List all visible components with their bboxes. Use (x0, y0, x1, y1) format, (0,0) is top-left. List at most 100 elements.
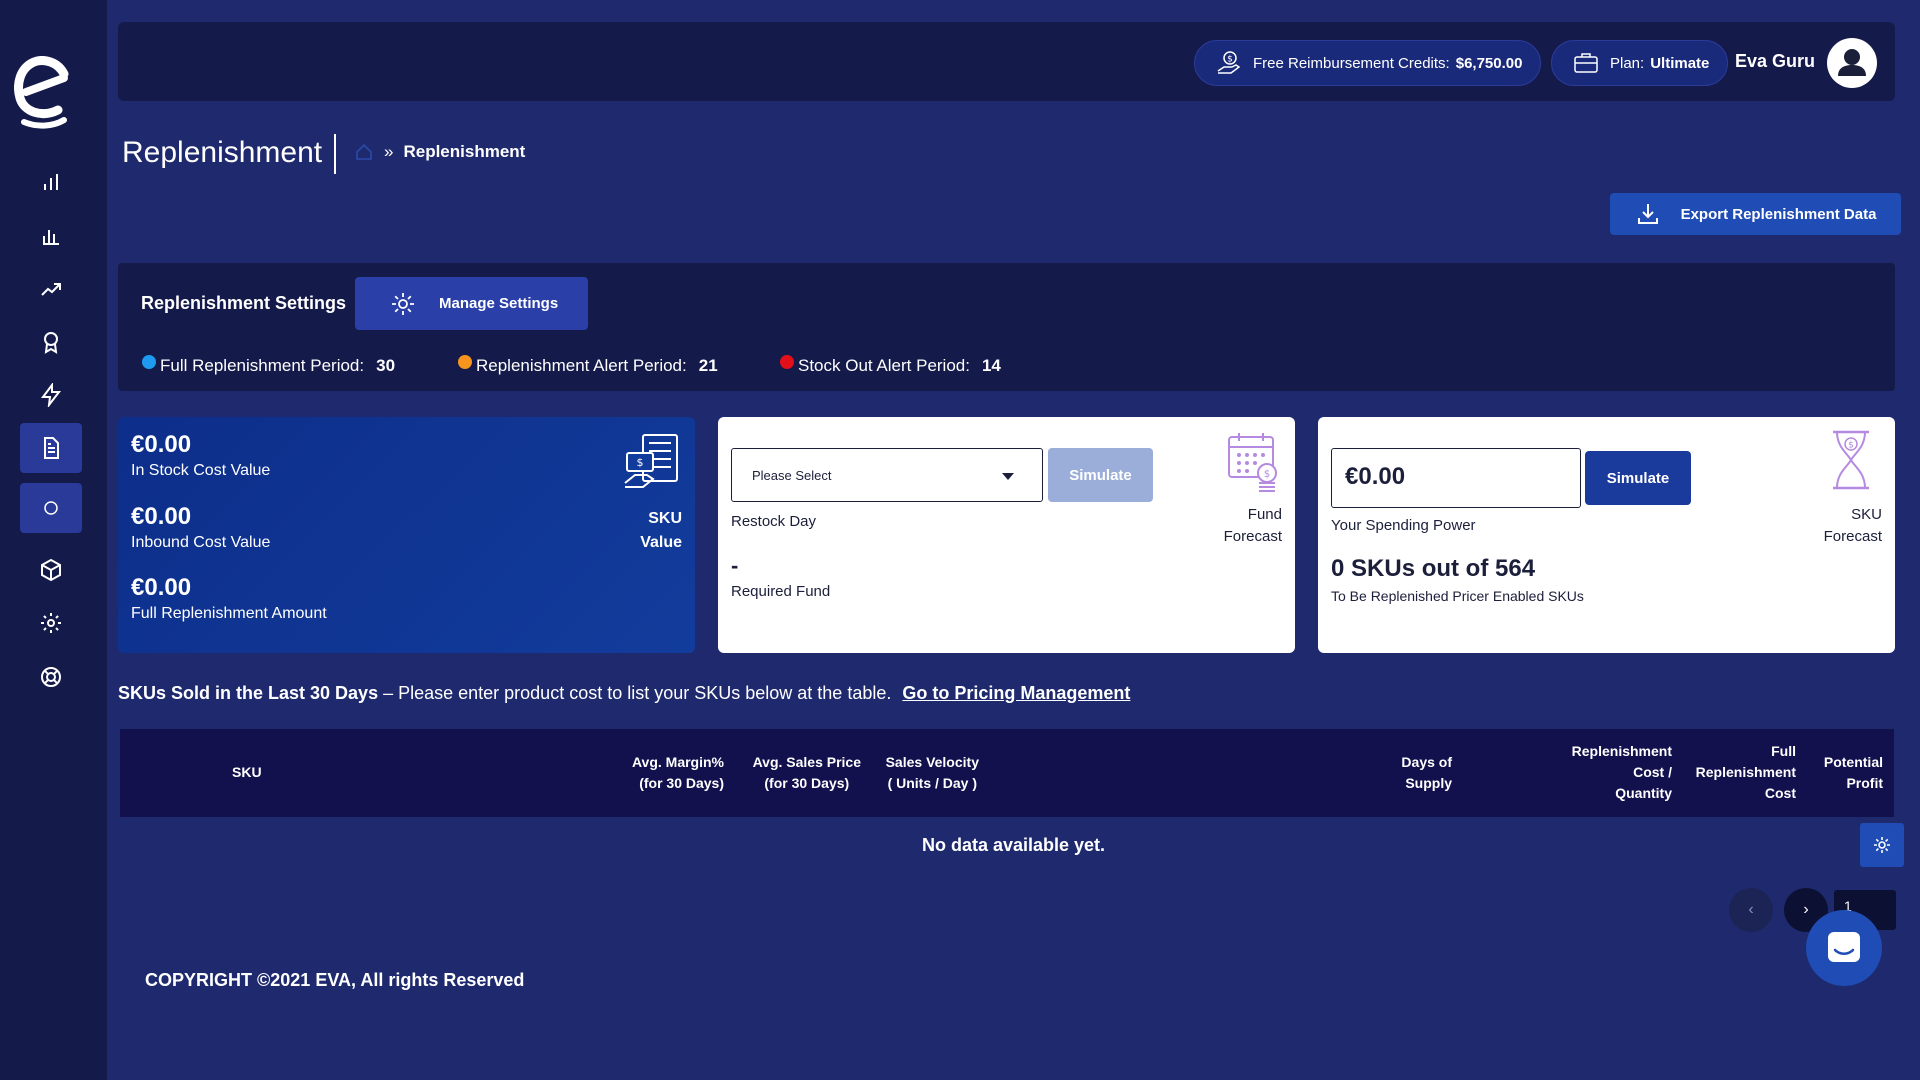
copyright: COPYRIGHT ©2021 EVA, All rights Reserved (145, 970, 525, 990)
plan-label: Plan: (1610, 54, 1645, 72)
restock-day-select-value: Please Select (752, 467, 832, 483)
sku-value-corner-label: SKU Value (640, 507, 682, 555)
col-avg-margin-line1: Avg. Margin% (631, 754, 724, 770)
col-potential-profit-line2: Profit (1846, 775, 1883, 791)
full-period-dot (142, 355, 156, 369)
nav-trend-icon[interactable] (20, 264, 82, 314)
sku-value-card: €0.00 In Stock Cost Value €0.00 Inbound … (118, 417, 695, 653)
svg-text:$: $ (1227, 55, 1233, 65)
export-button[interactable]: Export Replenishment Data (1610, 193, 1901, 235)
stockout-period: Stock Out Alert Period: 14 (780, 355, 1001, 376)
sku-simulate-button[interactable]: Simulate (1585, 451, 1691, 505)
stockout-period-label: Stock Out Alert Period: (798, 356, 970, 375)
col-full-replenishment-cost-line2: Replenishment (1695, 764, 1796, 780)
nav-settings-icon[interactable] (20, 598, 82, 648)
alert-period-value: 21 (698, 356, 718, 375)
download-icon (1637, 204, 1658, 224)
spending-power-label: Your Spending Power (1331, 517, 1476, 534)
breadcrumb: » Replenishment (354, 142, 525, 162)
col-replenishment-cost[interactable]: Replenishment Cost / Quantity (1572, 741, 1672, 804)
in-stock-label: In Stock Cost Value (131, 462, 271, 479)
chevron-right-icon: › (1803, 901, 1809, 918)
col-days-supply-line2: Supply (1405, 775, 1452, 791)
nav-support-icon[interactable] (20, 652, 82, 702)
pricing-management-link[interactable]: Go to Pricing Management (902, 683, 1130, 703)
col-sales-velocity-line2: ( Units / Day ) (887, 775, 978, 791)
nav-lightning-icon[interactable] (20, 370, 82, 420)
col-sales-velocity[interactable]: Sales Velocity ( Units / Day ) (886, 752, 979, 794)
briefcase-icon (1574, 53, 1598, 73)
chat-icon (1828, 932, 1860, 962)
col-days-supply-line1: Days of (1401, 754, 1452, 770)
skus-result: 0 SKUs out of 564 (1331, 555, 1536, 582)
credits-label: Free Reimbursement Credits: (1253, 54, 1450, 72)
col-replenishment-cost-line2: Cost / (1633, 764, 1672, 780)
breadcrumb-separator: » (384, 142, 394, 161)
pagination-prev-button[interactable]: ‹ (1729, 888, 1773, 932)
nav-replenishment-icon[interactable] (20, 483, 82, 533)
table-header: SKU Avg. Margin% (for 30 Days) Avg. Sale… (120, 729, 1894, 817)
home-icon[interactable] (354, 142, 374, 162)
col-sku[interactable]: SKU (232, 762, 262, 783)
manage-settings-button[interactable]: Manage Settings (355, 277, 588, 330)
settings-title: Replenishment Settings (141, 293, 347, 313)
gear-icon (392, 292, 414, 315)
alert-period: Replenishment Alert Period: 21 (458, 355, 718, 376)
user-icon (1838, 49, 1866, 76)
svg-text:$: $ (1264, 469, 1270, 480)
col-avg-price[interactable]: Avg. Sales Price (for 30 Days) (753, 752, 861, 794)
required-fund-label: Required Fund (731, 583, 831, 600)
col-avg-margin[interactable]: Avg. Margin% (for 30 Days) (632, 752, 724, 794)
nav-box-icon[interactable] (20, 545, 82, 595)
alert-period-label: Replenishment Alert Period: (476, 356, 687, 375)
manage-settings-label: Manage Settings (439, 295, 559, 312)
calendar-coin-icon: $ (1228, 433, 1277, 492)
sku-forecast-corner-label: SKU Forecast (1824, 504, 1882, 548)
nav-document-icon[interactable] (20, 423, 82, 473)
stockout-period-dot (780, 355, 794, 369)
page-title: Replenishment (122, 136, 323, 169)
col-replenishment-cost-line3: Quantity (1615, 785, 1672, 801)
full-period: Full Replenishment Period: 30 (142, 355, 396, 376)
nav-analytics-icon[interactable] (20, 211, 82, 261)
credits-badge[interactable]: $ Free Reimbursement Credits: $6,750.00 (1194, 40, 1542, 86)
plan-badge[interactable]: Plan: Ultimate (1551, 40, 1729, 86)
nav-award-icon[interactable] (20, 317, 82, 367)
chat-widget-button[interactable] (1806, 910, 1882, 986)
money-document-icon: $ (624, 434, 678, 488)
sidebar (0, 0, 107, 1080)
full-amount-label: Full Replenishment Amount (131, 605, 327, 622)
col-days-supply[interactable]: Days of Supply (1401, 752, 1452, 794)
fund-forecast-corner-label: Fund Forecast (1224, 504, 1282, 548)
gear-icon (1874, 837, 1890, 853)
full-period-value: 30 (376, 356, 396, 375)
sku-forecast-corner-line2: Forecast (1823, 528, 1882, 545)
col-full-replenishment-cost[interactable]: Full Replenishment Cost (1696, 741, 1796, 804)
col-potential-profit[interactable]: Potential Profit (1824, 752, 1883, 794)
spending-power-input[interactable]: €0.00 (1331, 448, 1581, 508)
chevron-down-icon (1002, 473, 1014, 480)
fund-forecast-card: Please Select Simulate Restock Day - Req… (718, 417, 1295, 653)
table-empty-message: No data available yet. (921, 835, 1106, 855)
full-period-label: Full Replenishment Period: (160, 356, 365, 375)
nav-dashboard-icon[interactable] (20, 157, 82, 207)
skus-section-heading: SKUs Sold in the Last 30 Days – Please e… (118, 683, 1130, 704)
restock-day-select[interactable]: Please Select (731, 448, 1043, 502)
avatar[interactable] (1827, 38, 1877, 88)
skus-heading-bold: SKUs Sold in the Last 30 Days (118, 683, 379, 703)
chevron-left-icon: ‹ (1748, 901, 1754, 918)
full-amount-value: €0.00 (131, 574, 192, 601)
top-bar: $ Free Reimbursement Credits: $6,750.00 … (118, 22, 1895, 101)
table-settings-button[interactable] (1860, 823, 1904, 867)
credits-value: $6,750.00 (1455, 54, 1523, 72)
skus-heading-text: – Please enter product cost to list your… (378, 683, 892, 703)
col-avg-price-line1: Avg. Sales Price (752, 754, 861, 770)
col-full-replenishment-cost-line1: Full (1771, 743, 1796, 759)
user-name[interactable]: Eva Guru (1735, 51, 1815, 72)
in-stock-value: €0.00 (131, 431, 192, 458)
fund-simulate-button[interactable]: Simulate (1048, 448, 1153, 502)
sku-value-corner-line2: Value (640, 534, 682, 551)
svg-text:$: $ (1848, 441, 1854, 451)
col-sku-line: SKU (232, 764, 262, 780)
eva-logo[interactable] (14, 56, 74, 132)
